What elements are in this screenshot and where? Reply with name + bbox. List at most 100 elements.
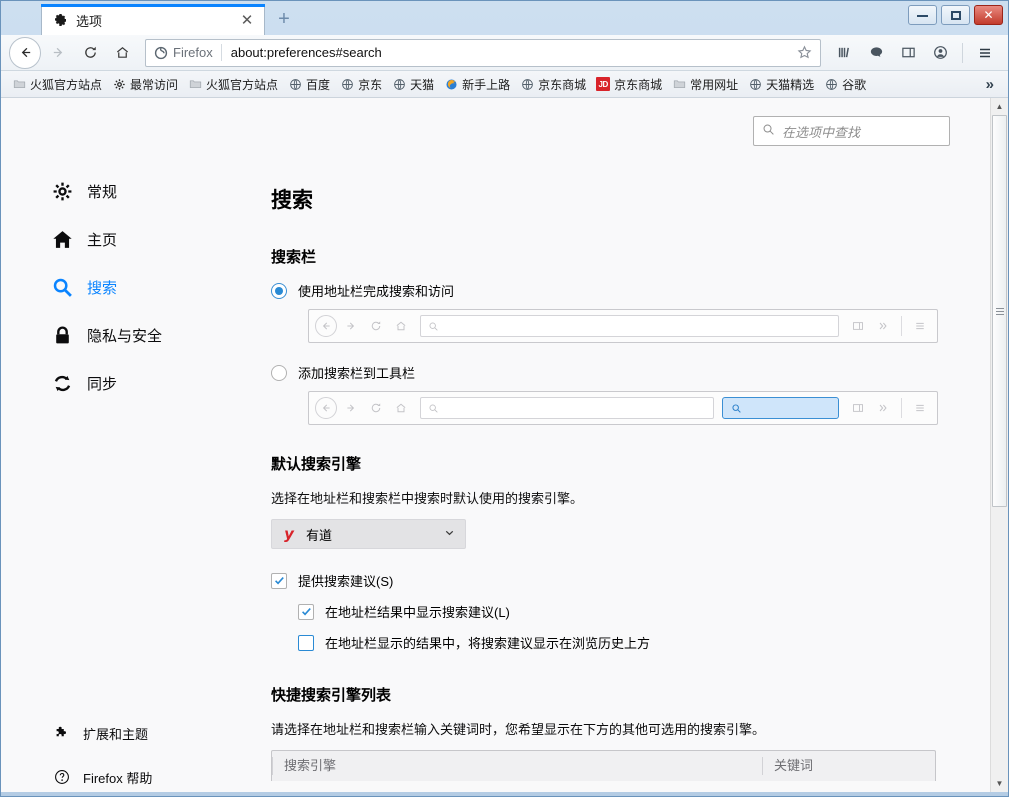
gear-icon <box>51 180 73 202</box>
radio-indicator[interactable] <box>271 283 287 299</box>
preview-right-icons <box>847 397 931 419</box>
firefox-icon <box>444 77 458 91</box>
scroll-track[interactable] <box>991 115 1008 775</box>
sidebar-footer: 扩展和主题 Firefox 帮助 <box>1 720 239 792</box>
sidebar-item-help[interactable]: Firefox 帮助 <box>1 764 239 790</box>
checkbox-indicator[interactable] <box>298 604 314 620</box>
app-menu-button[interactable] <box>970 39 1000 67</box>
navigation-toolbar: Firefox about:preferences#search <box>1 35 1008 71</box>
sidebar-item-extensions[interactable]: 扩展和主题 <box>1 720 239 746</box>
content-area: 在选项中查找 常规 主页 <box>1 98 1008 792</box>
folder-icon <box>12 77 26 91</box>
sidebar-item-label: 隐私与安全 <box>87 325 162 346</box>
bookmark-label: 百度 <box>306 76 330 93</box>
back-button[interactable] <box>9 37 41 69</box>
oneclick-description: 请选择在地址栏和搜索栏输入关键词时，您希望显示在下方的其他可选用的搜索引擎。 <box>271 719 990 738</box>
url-text[interactable]: about:preferences#search <box>231 45 794 60</box>
preview-reload-icon <box>365 315 387 337</box>
preview-back-icon <box>315 315 337 337</box>
bookmark-label: 常用网址 <box>690 76 738 93</box>
scroll-thumb[interactable] <box>992 115 1007 507</box>
search-icon <box>762 123 775 139</box>
scroll-grip-icon <box>996 308 1004 315</box>
checkbox-provide-suggestions[interactable]: 提供搜索建议(S) <box>271 571 990 590</box>
sidebar-item-home[interactable]: 主页 <box>1 224 239 254</box>
folder-icon <box>188 77 202 91</box>
bookmarks-toolbar: 火狐官方站点 最常访问 火狐官方站点 百度 京东 天猫 新手上路 京东商城 <box>1 71 1008 98</box>
bookmark-item[interactable]: 最常访问 <box>107 74 183 95</box>
preview-forward-icon <box>340 315 362 337</box>
bookmark-item[interactable]: 天猫精选 <box>743 74 819 95</box>
bookmark-item[interactable]: 新手上路 <box>439 74 515 95</box>
scroll-down-arrow[interactable]: ▼ <box>991 775 1008 792</box>
bookmark-item[interactable]: 天猫 <box>387 74 439 95</box>
preview-overflow-icon <box>872 397 894 419</box>
preview-address-field <box>420 397 714 419</box>
search-input[interactable]: 在选项中查找 <box>753 116 950 146</box>
browser-window: 选项 ✕ + ✕ Firefox about:prefe <box>0 0 1009 797</box>
pocket-icon[interactable] <box>861 39 891 67</box>
bookmark-star-icon[interactable] <box>794 45 814 60</box>
radio-add-searchbar[interactable]: 添加搜索栏到工具栏 <box>271 363 990 382</box>
globe-icon <box>520 77 534 91</box>
bookmark-label: 京东商城 <box>538 76 586 93</box>
vertical-scrollbar[interactable]: ▲ ▼ <box>990 98 1008 792</box>
sidebar-item-search[interactable]: 搜索 <box>1 272 239 302</box>
preferences-search-row: 在选项中查找 <box>1 98 990 146</box>
preview-menu-icon <box>909 315 931 337</box>
checkbox-indicator[interactable] <box>271 573 287 589</box>
bookmark-label: 火狐官方站点 <box>206 76 278 93</box>
reload-button[interactable] <box>75 39 105 67</box>
checkbox-indicator[interactable] <box>298 635 314 651</box>
url-bar[interactable]: Firefox about:preferences#search <box>145 39 821 67</box>
window-bottom-edge <box>1 792 1008 796</box>
preview-back-icon <box>315 397 337 419</box>
globe-icon <box>824 77 838 91</box>
bookmark-item[interactable]: 京东商城 <box>515 74 591 95</box>
forward-button[interactable] <box>43 39 73 67</box>
library-icon[interactable] <box>829 39 859 67</box>
bookmark-label: 谷歌 <box>842 76 866 93</box>
section-heading-searchbar: 搜索栏 <box>271 246 990 267</box>
sidebar-item-privacy[interactable]: 隐私与安全 <box>1 320 239 350</box>
close-icon[interactable]: ✕ <box>238 11 256 29</box>
radio-use-address-bar[interactable]: 使用地址栏完成搜索和访问 <box>271 281 990 300</box>
bookmark-item[interactable]: 火狐官方站点 <box>7 74 107 95</box>
bookmark-item[interactable]: 常用网址 <box>667 74 743 95</box>
column-header-keyword[interactable]: 关键词 <box>762 757 935 775</box>
minimize-button[interactable] <box>908 5 937 25</box>
identity-label: Firefox <box>173 45 213 60</box>
bookmark-item[interactable]: 京东 <box>335 74 387 95</box>
bookmark-item[interactable]: 火狐官方站点 <box>183 74 283 95</box>
checkbox-above-history[interactable]: 在地址栏显示的结果中，将搜索建议显示在浏览历史上方 <box>298 633 990 652</box>
preview-sidebar-icon <box>847 397 869 419</box>
home-button[interactable] <box>107 39 137 67</box>
identity-box: Firefox <box>154 45 221 60</box>
engine-table-header: 搜索引擎 关键词 <box>271 750 936 781</box>
bookmark-label: 京东商城 <box>614 76 662 93</box>
sidebar-icon[interactable] <box>893 39 923 67</box>
checkbox-show-in-urlbar[interactable]: 在地址栏结果中显示搜索建议(L) <box>298 602 990 621</box>
preview-separator <box>901 316 902 336</box>
new-tab-button[interactable]: + <box>269 5 299 33</box>
browser-tab-options[interactable]: 选项 ✕ <box>41 4 265 35</box>
preferences-main: 搜索 搜索栏 使用地址栏完成搜索和访问 <box>239 146 990 781</box>
bookmark-item[interactable]: 谷歌 <box>819 74 871 95</box>
maximize-button[interactable] <box>941 5 970 25</box>
close-button[interactable]: ✕ <box>974 5 1003 25</box>
account-icon[interactable] <box>925 39 955 67</box>
bookmark-item[interactable]: 百度 <box>283 74 335 95</box>
sidebar-item-sync[interactable]: 同步 <box>1 368 239 398</box>
column-header-engine[interactable]: 搜索引擎 <box>272 757 762 775</box>
default-engine-description: 选择在地址栏和搜索栏中搜索时默认使用的搜索引擎。 <box>271 488 990 507</box>
puzzle-icon <box>53 724 71 742</box>
globe-icon <box>288 77 302 91</box>
sidebar-item-general[interactable]: 常规 <box>1 176 239 206</box>
globe-icon <box>392 77 406 91</box>
scroll-up-arrow[interactable]: ▲ <box>991 98 1008 115</box>
bookmarks-overflow-button[interactable]: » <box>978 76 1002 93</box>
bookmark-item[interactable]: JD 京东商城 <box>591 74 667 95</box>
sidebar-item-label: Firefox 帮助 <box>83 768 152 787</box>
radio-indicator[interactable] <box>271 365 287 381</box>
default-engine-dropdown[interactable]: y 有道 <box>271 519 466 549</box>
